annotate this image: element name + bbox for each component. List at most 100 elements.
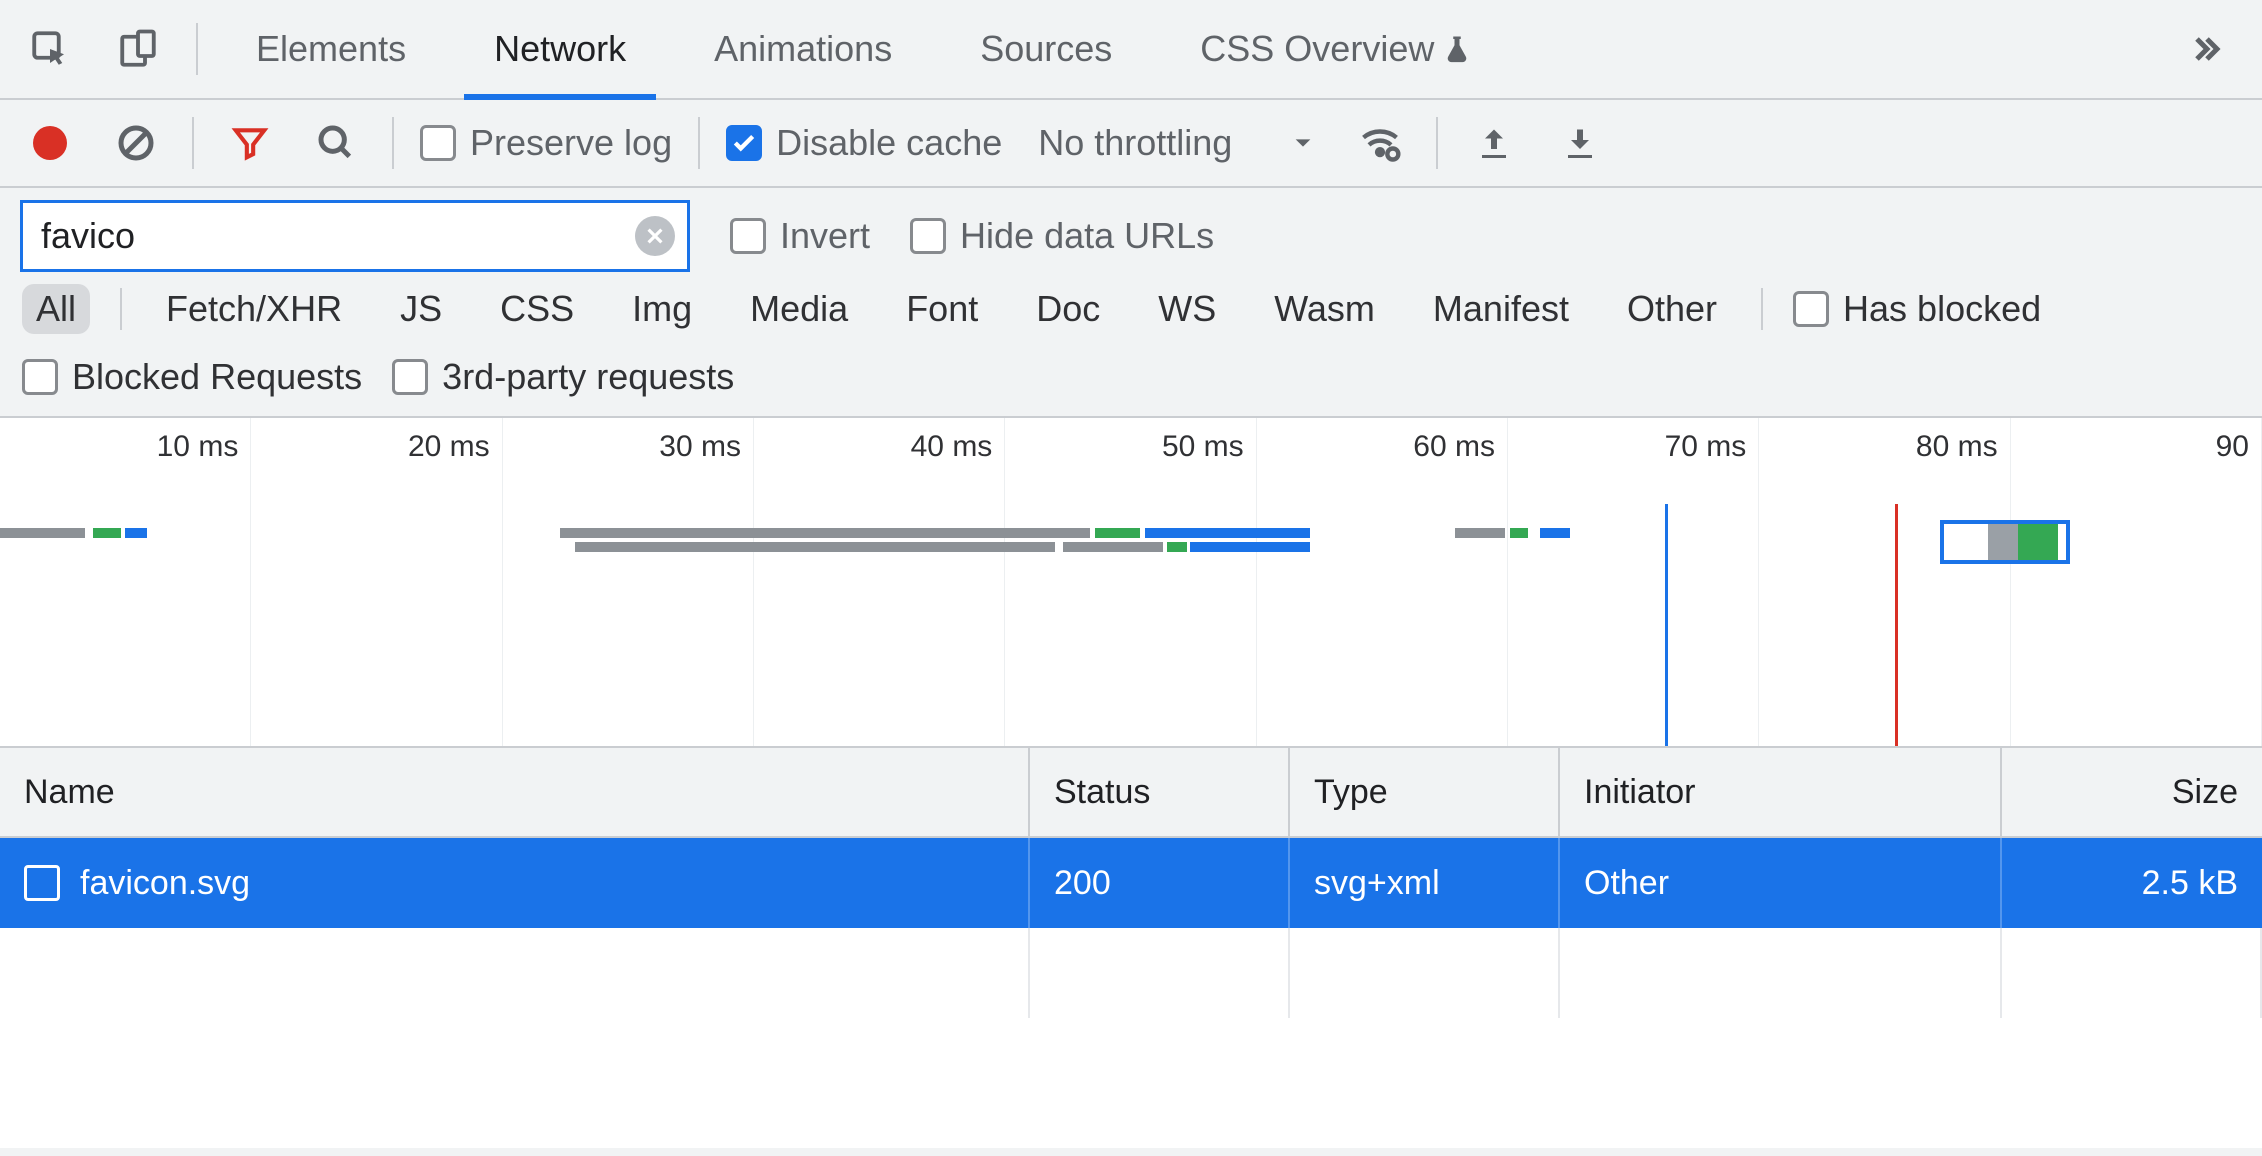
waterfall-overview[interactable]: 10 ms 20 ms 30 ms 40 ms 50 ms 60 ms 70 m… xyxy=(0,418,2262,748)
download-har-icon[interactable] xyxy=(1550,113,1610,173)
tick-label: 50 ms xyxy=(1162,430,1244,464)
divider xyxy=(1761,288,1763,330)
label-text: 3rd-party requests xyxy=(442,356,734,398)
request-table-header: Name Status Type Initiator Size xyxy=(0,748,2262,838)
divider xyxy=(392,117,394,169)
cell-name: favicon.svg xyxy=(0,838,1030,928)
device-toolbar-icon[interactable] xyxy=(108,19,168,79)
clear-icon[interactable] xyxy=(106,113,166,173)
tab-elements[interactable]: Elements xyxy=(226,0,436,98)
third-party-toggle[interactable]: 3rd-party requests xyxy=(392,356,734,398)
checkbox-unchecked[interactable] xyxy=(420,125,456,161)
checkbox-unchecked[interactable] xyxy=(730,218,766,254)
table-row[interactable]: favicon.svg 200 svg+xml Other 2.5 kB xyxy=(0,838,2262,928)
load-event-line xyxy=(1895,504,1898,746)
tab-label: CSS Overview xyxy=(1200,28,1434,70)
filter-input-wrap xyxy=(20,200,690,272)
file-icon xyxy=(24,865,60,901)
dom-content-loaded-line xyxy=(1665,504,1668,746)
devtools-tab-bar: Elements Network Animations Sources CSS … xyxy=(0,0,2262,100)
network-controls: Preserve log Disable cache No throttling xyxy=(0,100,2262,188)
th-size[interactable]: Size xyxy=(2002,748,2262,836)
inspect-element-icon[interactable] xyxy=(20,19,80,79)
hide-data-urls-toggle[interactable]: Hide data URLs xyxy=(910,215,1214,257)
label-text: Blocked Requests xyxy=(72,356,362,398)
timeline-bars xyxy=(0,528,2262,568)
tab-network[interactable]: Network xyxy=(464,0,656,98)
filter-pill-img[interactable]: Img xyxy=(618,284,706,334)
search-icon[interactable] xyxy=(306,113,366,173)
divider xyxy=(1436,117,1438,169)
filter-pill-js[interactable]: JS xyxy=(386,284,456,334)
tick-label: 90 xyxy=(2216,430,2249,464)
tick-label: 70 ms xyxy=(1665,430,1747,464)
throttling-select[interactable]: No throttling xyxy=(1028,122,1324,164)
tab-label: Network xyxy=(494,28,626,70)
blocked-requests-toggle[interactable]: Blocked Requests xyxy=(22,356,362,398)
filter-pill-ws[interactable]: WS xyxy=(1144,284,1230,334)
type-filter-bar: All Fetch/XHR JS CSS Img Media Font Doc … xyxy=(0,284,2262,418)
table-row-empty xyxy=(0,928,2262,1018)
record-button[interactable] xyxy=(20,113,80,173)
th-initiator[interactable]: Initiator xyxy=(1560,748,2002,836)
checkbox-unchecked[interactable] xyxy=(392,359,428,395)
cell-size: 2.5 kB xyxy=(2002,838,2262,928)
divider xyxy=(120,288,122,330)
filter-pill-manifest[interactable]: Manifest xyxy=(1419,284,1583,334)
checkbox-unchecked[interactable] xyxy=(910,218,946,254)
more-tabs-icon[interactable] xyxy=(2182,19,2242,79)
label-text: Disable cache xyxy=(776,122,1002,164)
tab-label: Sources xyxy=(980,28,1112,70)
label-text: Has blocked xyxy=(1843,288,2041,330)
divider xyxy=(192,117,194,169)
filter-input[interactable] xyxy=(41,215,635,257)
th-type[interactable]: Type xyxy=(1290,748,1560,836)
file-name: favicon.svg xyxy=(80,864,250,903)
chevron-down-icon xyxy=(1292,132,1314,154)
filter-pill-all[interactable]: All xyxy=(22,284,90,334)
tab-animations[interactable]: Animations xyxy=(684,0,922,98)
preserve-log-toggle[interactable]: Preserve log xyxy=(420,122,672,164)
tick-label: 60 ms xyxy=(1413,430,1495,464)
filter-pill-css[interactable]: CSS xyxy=(486,284,588,334)
cell-type: svg+xml xyxy=(1290,838,1560,928)
filter-pill-media[interactable]: Media xyxy=(736,284,862,334)
cell-status: 200 xyxy=(1030,838,1290,928)
request-table-body: favicon.svg 200 svg+xml Other 2.5 kB xyxy=(0,838,2262,1148)
network-conditions-icon[interactable] xyxy=(1350,113,1410,173)
tick-label: 80 ms xyxy=(1916,430,1998,464)
invert-toggle[interactable]: Invert xyxy=(730,215,870,257)
checkbox-unchecked[interactable] xyxy=(1793,291,1829,327)
filter-icon[interactable] xyxy=(220,113,280,173)
tab-css-overview[interactable]: CSS Overview xyxy=(1170,0,1502,98)
disable-cache-toggle[interactable]: Disable cache xyxy=(726,122,1002,164)
filter-bar: Invert Hide data URLs xyxy=(0,188,2262,284)
timeline-grid: 10 ms 20 ms 30 ms 40 ms 50 ms 60 ms 70 m… xyxy=(0,418,2262,746)
throttling-value: No throttling xyxy=(1038,122,1232,164)
cell-initiator: Other xyxy=(1560,838,2002,928)
tick-label: 10 ms xyxy=(157,430,239,464)
tab-label: Elements xyxy=(256,28,406,70)
divider xyxy=(698,117,700,169)
label-text: Preserve log xyxy=(470,122,672,164)
filter-pill-wasm[interactable]: Wasm xyxy=(1260,284,1389,334)
filter-pill-font[interactable]: Font xyxy=(892,284,992,334)
th-name[interactable]: Name xyxy=(0,748,1030,836)
filter-pill-fetch[interactable]: Fetch/XHR xyxy=(152,284,356,334)
tab-sources[interactable]: Sources xyxy=(950,0,1142,98)
filmstrip-frame xyxy=(1940,520,2070,564)
has-blocked-toggle[interactable]: Has blocked xyxy=(1793,288,2041,330)
th-status[interactable]: Status xyxy=(1030,748,1290,836)
label-text: Invert xyxy=(780,215,870,257)
checkbox-checked[interactable] xyxy=(726,125,762,161)
label-text: Hide data URLs xyxy=(960,215,1214,257)
upload-har-icon[interactable] xyxy=(1464,113,1524,173)
flask-icon xyxy=(1442,32,1472,66)
clear-filter-icon[interactable] xyxy=(635,216,675,256)
tick-label: 40 ms xyxy=(911,430,993,464)
checkbox-unchecked[interactable] xyxy=(22,359,58,395)
filter-pill-other[interactable]: Other xyxy=(1613,284,1731,334)
divider xyxy=(196,23,198,75)
tab-label: Animations xyxy=(714,28,892,70)
filter-pill-doc[interactable]: Doc xyxy=(1022,284,1114,334)
